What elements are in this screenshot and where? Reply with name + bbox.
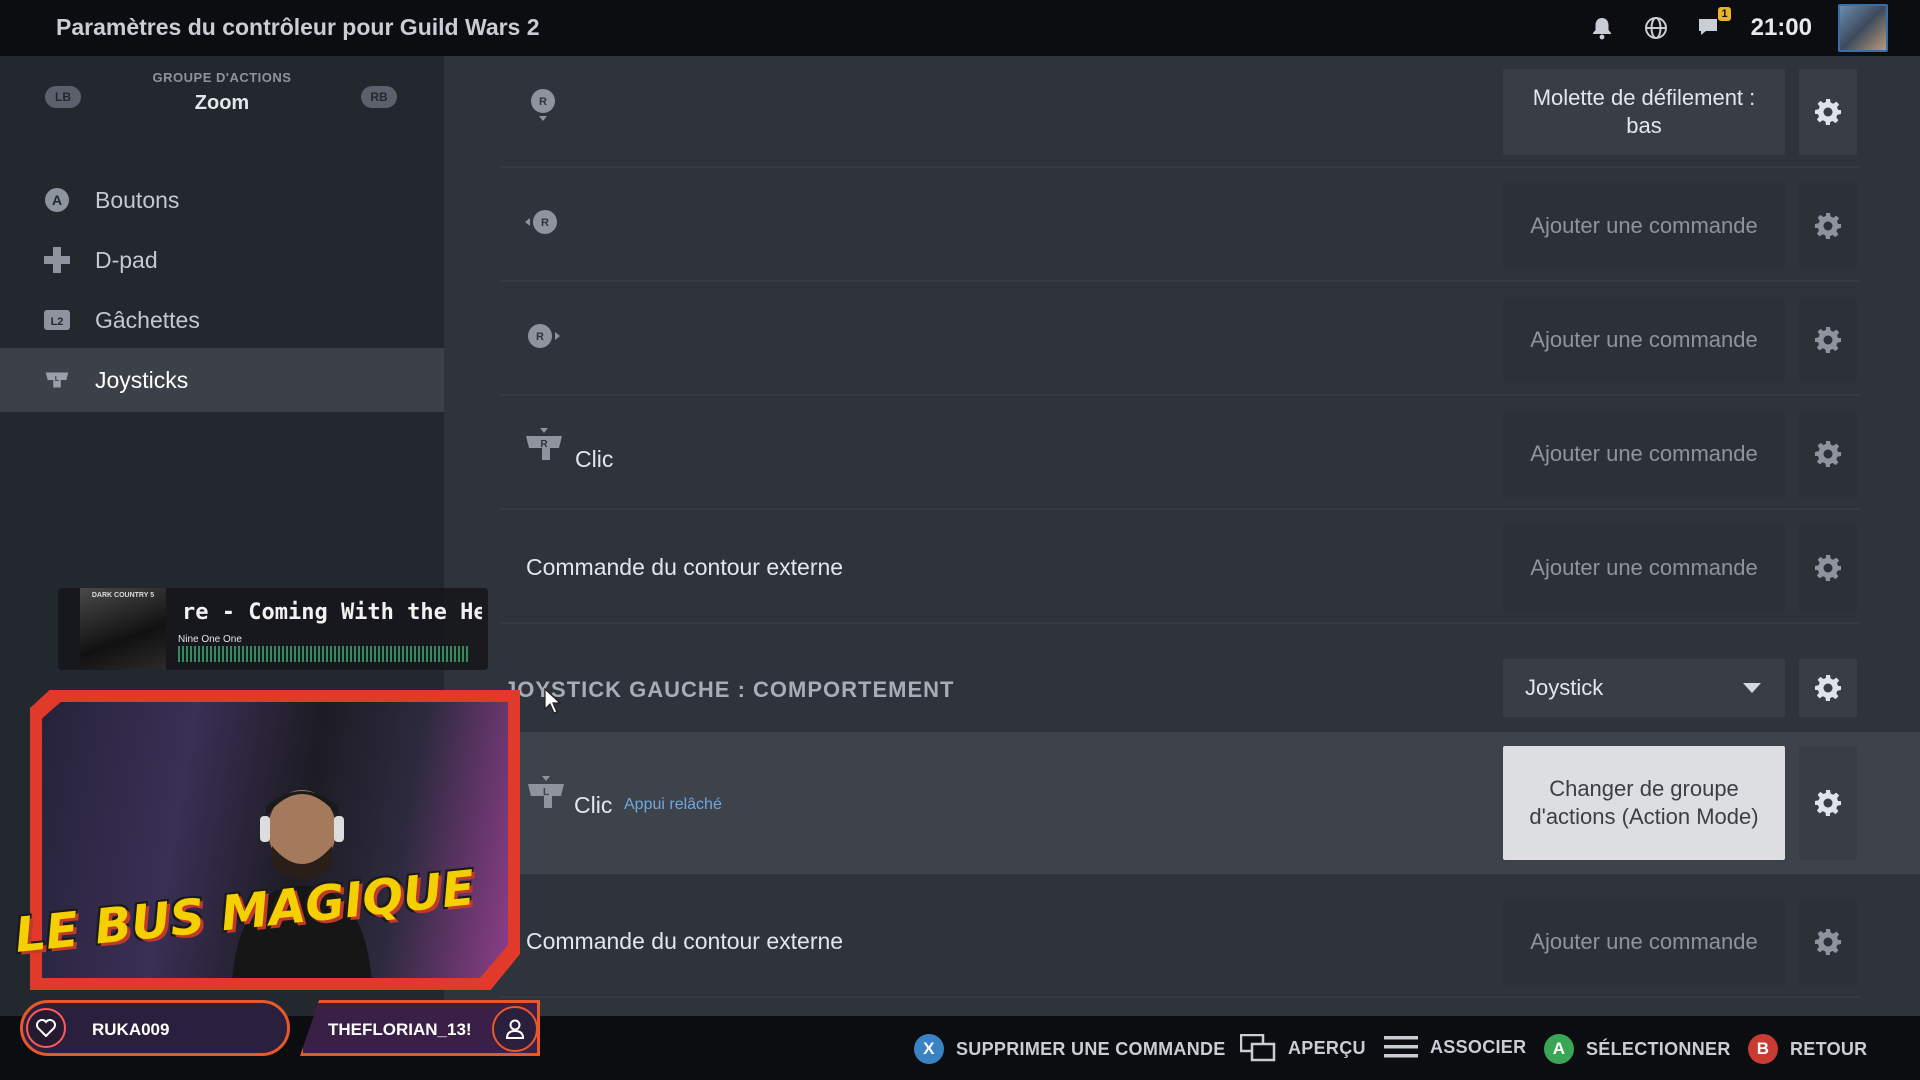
hint-label: SÉLECTIONNER (1586, 1038, 1731, 1059)
album-art: DARK COUNTRY 5 (80, 588, 166, 670)
latest-subscriber: THEFLORIAN_13! (328, 1020, 472, 1039)
clock: 21:00 (1750, 14, 1812, 41)
binding-label: Commande du contour externe (526, 554, 844, 580)
hint-select[interactable]: A SÉLECTIONNER (1544, 1034, 1731, 1064)
now-playing-artist: Nine One One (178, 634, 242, 645)
b-button-icon: B (1748, 1034, 1778, 1064)
svg-text:R: R (536, 331, 544, 343)
action-group-label: GROUPE D'ACTIONS (152, 70, 292, 85)
gear-icon[interactable] (1799, 411, 1857, 497)
dpad-icon (42, 245, 72, 275)
binding-row-click: R Clic Ajouter une commande (500, 398, 1860, 510)
mouse-cursor-icon (544, 688, 562, 714)
command-button[interactable]: Changer de groupe d'actions (Action Mode… (1503, 746, 1785, 860)
binding-label: Commande du contour externe (526, 928, 844, 954)
add-command-button[interactable]: Ajouter une commande (1503, 411, 1785, 497)
a-button-icon: A (42, 185, 72, 215)
hint-label: RETOUR (1790, 1038, 1868, 1059)
joystick-icon: L (42, 365, 72, 395)
sidebar-item-label: Joysticks (95, 366, 189, 393)
binding-row-stick-right: R Ajouter une commande (500, 284, 1860, 396)
svg-text:R: R (540, 439, 548, 450)
l2-trigger-icon: L2 (42, 305, 72, 335)
menu-icon (1384, 1034, 1418, 1060)
svg-text:R: R (539, 96, 547, 108)
binding-label: Clic (574, 792, 613, 818)
command-button[interactable]: Molette de défilement : bas (1503, 69, 1785, 155)
gear-icon[interactable] (1799, 899, 1857, 985)
sidebar-item-gachettes[interactable]: L2 Gâchettes (0, 288, 444, 352)
sidebar-item-boutons[interactable]: A Boutons (0, 168, 444, 232)
binding-row-left-click[interactable]: L Clic Appui relâché Changer de groupe d… (444, 732, 1920, 874)
binding-row-stick-down: R Molette de défilement : bas (500, 56, 1860, 168)
webcam-overlay: LE BUS MAGIQUE RUKA009 THEFLORIAN_13! (0, 680, 550, 1080)
preview-icon (1240, 1034, 1276, 1062)
notification-badge: 1 (1718, 7, 1731, 21)
binding-row-outer-ring: Commande du contour externe Ajouter une … (500, 512, 1860, 624)
activator-label[interactable]: Appui relâché (624, 796, 722, 814)
gear-icon[interactable] (1799, 297, 1857, 383)
section-title: JOYSTICK GAUCHE : COMPORTEMENT (504, 677, 955, 702)
now-playing-title: re - Coming With the Hellfi (182, 600, 482, 625)
svg-text:R: R (541, 217, 549, 229)
svg-text:L2: L2 (51, 316, 64, 328)
gear-icon[interactable] (1799, 69, 1857, 155)
binding-row-left-outer-ring: Commande du contour externe Ajouter une … (500, 886, 1860, 998)
right-stick-down-icon: R (524, 84, 562, 122)
add-command-button[interactable]: Ajouter une commande (1503, 297, 1785, 383)
avatar[interactable] (1838, 4, 1888, 52)
globe-icon[interactable] (1643, 15, 1669, 41)
top-bar: Paramètres du contrôleur pour Guild Wars… (0, 0, 1920, 56)
chevron-down-icon (1743, 683, 1761, 693)
dropdown-value: Joystick (1525, 675, 1604, 700)
sidebar-item-dpad[interactable]: D-pad (0, 228, 444, 292)
hint-label: SUPPRIMER UNE COMMANDE (956, 1038, 1226, 1059)
add-command-button[interactable]: Ajouter une commande (1503, 899, 1785, 985)
svg-text:A: A (52, 192, 62, 208)
gear-icon[interactable] (1799, 746, 1857, 860)
add-command-button[interactable]: Ajouter une commande (1503, 183, 1785, 269)
hint-label: ASSOCIER (1430, 1036, 1527, 1057)
gear-icon[interactable] (1799, 525, 1857, 611)
latest-follower: RUKA009 (92, 1020, 170, 1039)
bindings-panel: R Molette de défilement : bas R Ajouter … (444, 56, 1920, 1016)
page-title: Paramètres du contrôleur pour Guild Wars… (56, 14, 540, 40)
hint-preview[interactable]: APERÇU (1240, 1034, 1366, 1062)
heart-icon (26, 1008, 66, 1048)
sidebar-item-label: Gâchettes (95, 306, 200, 333)
sidebar-item-label: D-pad (95, 246, 158, 273)
add-command-button[interactable]: Ajouter une commande (1503, 525, 1785, 611)
binding-row-stick-left: R Ajouter une commande (500, 170, 1860, 282)
right-stick-right-icon: R (524, 320, 562, 358)
gear-icon[interactable] (1799, 659, 1857, 717)
bell-icon[interactable] (1589, 15, 1615, 41)
binding-label: Clic (575, 446, 614, 472)
behavior-dropdown[interactable]: Joystick (1503, 659, 1785, 717)
rb-bumper-icon[interactable]: RB (361, 86, 397, 108)
gear-icon[interactable] (1799, 183, 1857, 269)
audio-waveform (178, 646, 468, 662)
action-group-header: LB GROUPE D'ACTIONS Zoom RB (0, 56, 444, 152)
now-playing-widget: DARK COUNTRY 5 re - Coming With the Hell… (58, 588, 488, 670)
sidebar-item-joysticks[interactable]: L Joysticks (0, 348, 444, 412)
album-art-text: DARK COUNTRY 5 (91, 592, 155, 599)
svg-text:L: L (55, 374, 60, 383)
hint-associate[interactable]: ASSOCIER (1384, 1034, 1526, 1060)
hint-label: APERÇU (1288, 1037, 1366, 1058)
chat-icon[interactable]: 1 (1697, 7, 1731, 41)
sidebar-item-label: Boutons (95, 186, 180, 213)
right-stick-click-icon: R (524, 428, 562, 466)
user-icon (492, 1006, 538, 1052)
right-stick-left-icon: R (524, 206, 562, 244)
x-button-icon: X (914, 1034, 944, 1064)
hint-back[interactable]: B RETOUR (1748, 1034, 1867, 1064)
hint-delete-command[interactable]: X SUPPRIMER UNE COMMANDE (914, 1034, 1226, 1064)
a-button-icon: A (1544, 1034, 1574, 1064)
